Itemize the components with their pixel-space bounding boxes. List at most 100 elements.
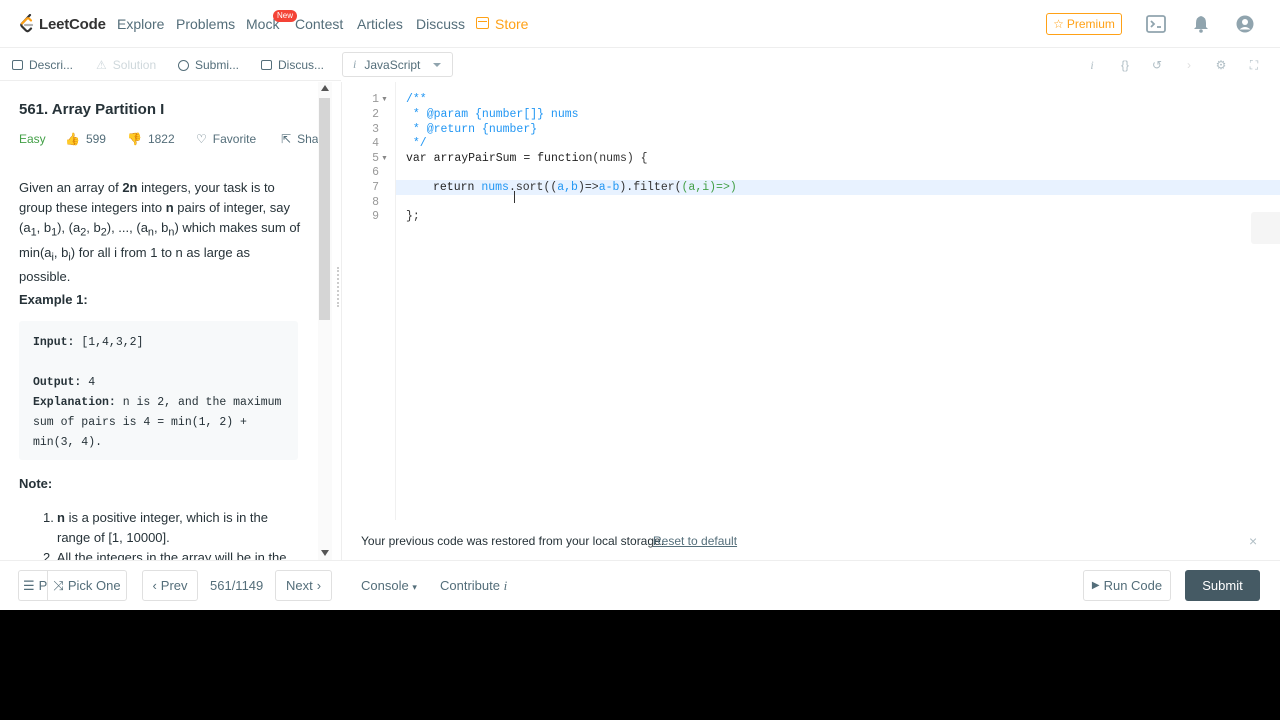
bell-icon[interactable] bbox=[1191, 14, 1211, 34]
language-select[interactable]: i JavaScript bbox=[342, 52, 453, 77]
premium-button[interactable]: ☆ Premium bbox=[1046, 13, 1122, 35]
tab-submissions-label: Submi... bbox=[195, 58, 240, 72]
next-button[interactable]: Next › bbox=[275, 570, 332, 601]
description-scrollbar[interactable] bbox=[318, 82, 332, 560]
share-button[interactable]: ⇱ Share bbox=[281, 132, 318, 146]
nav-problems[interactable]: Problems bbox=[176, 16, 235, 32]
explanation-line: min(3, 4). bbox=[33, 436, 103, 449]
submit-button[interactable]: Submit bbox=[1185, 570, 1260, 601]
line-number: 7 bbox=[372, 181, 379, 194]
document-icon bbox=[12, 60, 23, 70]
console-label: Console bbox=[361, 578, 409, 593]
leetcode-app: LeetCode Explore Problems Mock New Conte… bbox=[0, 0, 1280, 610]
premium-label: Premium bbox=[1066, 17, 1115, 31]
braces-icon[interactable]: {} bbox=[1117, 57, 1133, 73]
chevron-down-icon bbox=[433, 63, 441, 67]
scroll-up-icon[interactable] bbox=[321, 85, 329, 91]
line-number: 5 bbox=[372, 152, 379, 165]
line-number: 3 bbox=[372, 123, 379, 136]
panel-splitter[interactable] bbox=[333, 82, 342, 560]
tab-discuss-label: Discus... bbox=[278, 58, 325, 72]
share-icon: ⇱ bbox=[281, 132, 292, 146]
list-icon: ☰ bbox=[23, 577, 35, 593]
dislike-button[interactable]: 👎 1822 bbox=[127, 132, 175, 146]
line-number: 1 bbox=[372, 93, 379, 106]
thumbs-up-icon: 👍 bbox=[65, 132, 80, 146]
like-count: 599 bbox=[85, 132, 106, 146]
editor-toolbar: i JavaScript i {} ↺ › ⚙ ⛶ bbox=[341, 48, 1280, 81]
shuffle-icon: ⤨ bbox=[53, 577, 64, 593]
next-label: Next bbox=[285, 578, 313, 593]
code-line: var arrayPairSum = function(nums) { bbox=[406, 152, 648, 165]
output-label: Output: bbox=[33, 376, 82, 389]
text-cursor-icon bbox=[514, 191, 521, 203]
settings-icon[interactable]: ⚙ bbox=[1213, 57, 1229, 73]
pick-one-button[interactable]: ⤨ Pick One bbox=[47, 570, 127, 601]
playground-icon[interactable] bbox=[1146, 14, 1166, 34]
flask-icon: ⚠ bbox=[96, 58, 107, 72]
input-value: [1,4,3,2] bbox=[74, 336, 144, 349]
tab-solution-label: Solution bbox=[112, 58, 157, 72]
fold-arrow-icon[interactable]: ▼ bbox=[381, 155, 388, 162]
tab-description[interactable]: Descri... bbox=[12, 58, 73, 72]
console-toggle[interactable]: Console ▾ bbox=[361, 578, 417, 593]
prev-label: Prev bbox=[160, 578, 188, 593]
line-number: 2 bbox=[372, 108, 379, 121]
logo[interactable]: LeetCode bbox=[19, 13, 106, 35]
description-panel: 561. Array Partition I Easy 👍 599 👎 1822… bbox=[0, 82, 318, 560]
chevron-right-icon: › bbox=[316, 578, 322, 593]
example-box: Input: [1,4,3,2] Output: 4 Explanation: … bbox=[19, 321, 298, 460]
code-line: return nums.sort((a,b)=>a-b).filter((a,i… bbox=[433, 181, 737, 194]
reset-to-default-link[interactable]: Reset to default bbox=[653, 534, 737, 548]
favorite-button[interactable]: ♡ Favorite bbox=[196, 132, 256, 146]
bottom-bar: ☰ Problems ⤨ Pick One ‹ Prev 561/1149 Ne… bbox=[0, 560, 1280, 610]
problem-title: 561. Array Partition I bbox=[19, 101, 165, 118]
dislike-count: 1822 bbox=[147, 132, 175, 146]
info-icon: i bbox=[353, 57, 357, 71]
info-icon[interactable]: i bbox=[1084, 57, 1100, 73]
tab-discuss[interactable]: Discus... bbox=[261, 58, 324, 72]
nav-explore[interactable]: Explore bbox=[117, 16, 164, 32]
star-icon: ☆ bbox=[1053, 17, 1064, 31]
contribute-button[interactable]: Contribute i bbox=[440, 578, 507, 594]
top-navbar: LeetCode Explore Problems Mock New Conte… bbox=[0, 0, 1280, 48]
code-line: */ bbox=[406, 137, 427, 150]
fullscreen-icon[interactable]: ⛶ bbox=[1246, 57, 1262, 73]
contribute-label: Contribute bbox=[440, 578, 500, 593]
problem-counter: 561/1149 bbox=[210, 578, 264, 593]
leetcode-logo-icon bbox=[20, 14, 34, 33]
fold-arrow-icon[interactable]: ▼ bbox=[381, 96, 388, 103]
code-editor[interactable]: 1 ▼ 2 3 4 5 ▼ 6 7 8 9 /** * @param {numb… bbox=[343, 82, 1280, 520]
side-panel-toggle[interactable] bbox=[1251, 212, 1280, 244]
share-label: Share bbox=[297, 132, 318, 146]
tab-solution[interactable]: ⚠ Solution bbox=[96, 58, 156, 72]
nav-discuss[interactable]: Discuss bbox=[416, 16, 465, 32]
input-label: Input: bbox=[33, 336, 75, 349]
logo-text: LeetCode bbox=[39, 15, 106, 33]
pick-one-label: Pick One bbox=[67, 578, 121, 593]
run-code-button[interactable]: ▶ Run Code bbox=[1083, 570, 1171, 601]
prev-button[interactable]: ‹ Prev bbox=[142, 570, 198, 601]
nav-articles[interactable]: Articles bbox=[357, 16, 403, 32]
line-number: 4 bbox=[372, 137, 379, 150]
forward-icon[interactable]: › bbox=[1181, 57, 1197, 73]
tab-submissions[interactable]: Submi... bbox=[178, 58, 239, 72]
reset-icon[interactable]: ↺ bbox=[1149, 57, 1165, 73]
scroll-down-icon[interactable] bbox=[321, 550, 329, 556]
avatar-icon[interactable] bbox=[1235, 14, 1255, 34]
nav-store[interactable]: Store bbox=[495, 16, 528, 32]
new-badge: New bbox=[273, 10, 298, 22]
output-value: 4 bbox=[81, 376, 96, 389]
language-label: JavaScript bbox=[364, 57, 421, 72]
scroll-thumb[interactable] bbox=[319, 98, 330, 320]
explanation-line: sum of pairs is 4 = min(1, 2) + bbox=[33, 416, 247, 429]
line-number: 6 bbox=[372, 166, 379, 179]
like-button[interactable]: 👍 599 bbox=[65, 132, 106, 146]
caret-down-icon: ▾ bbox=[412, 582, 417, 592]
run-code-label: Run Code bbox=[1103, 578, 1163, 593]
problems-list-button[interactable]: ☰ Problems bbox=[18, 570, 48, 601]
line-number: 9 bbox=[372, 210, 379, 223]
nav-contest[interactable]: Contest bbox=[295, 16, 343, 32]
code-line: * @return {number} bbox=[406, 123, 538, 136]
close-icon[interactable]: × bbox=[1249, 533, 1257, 549]
